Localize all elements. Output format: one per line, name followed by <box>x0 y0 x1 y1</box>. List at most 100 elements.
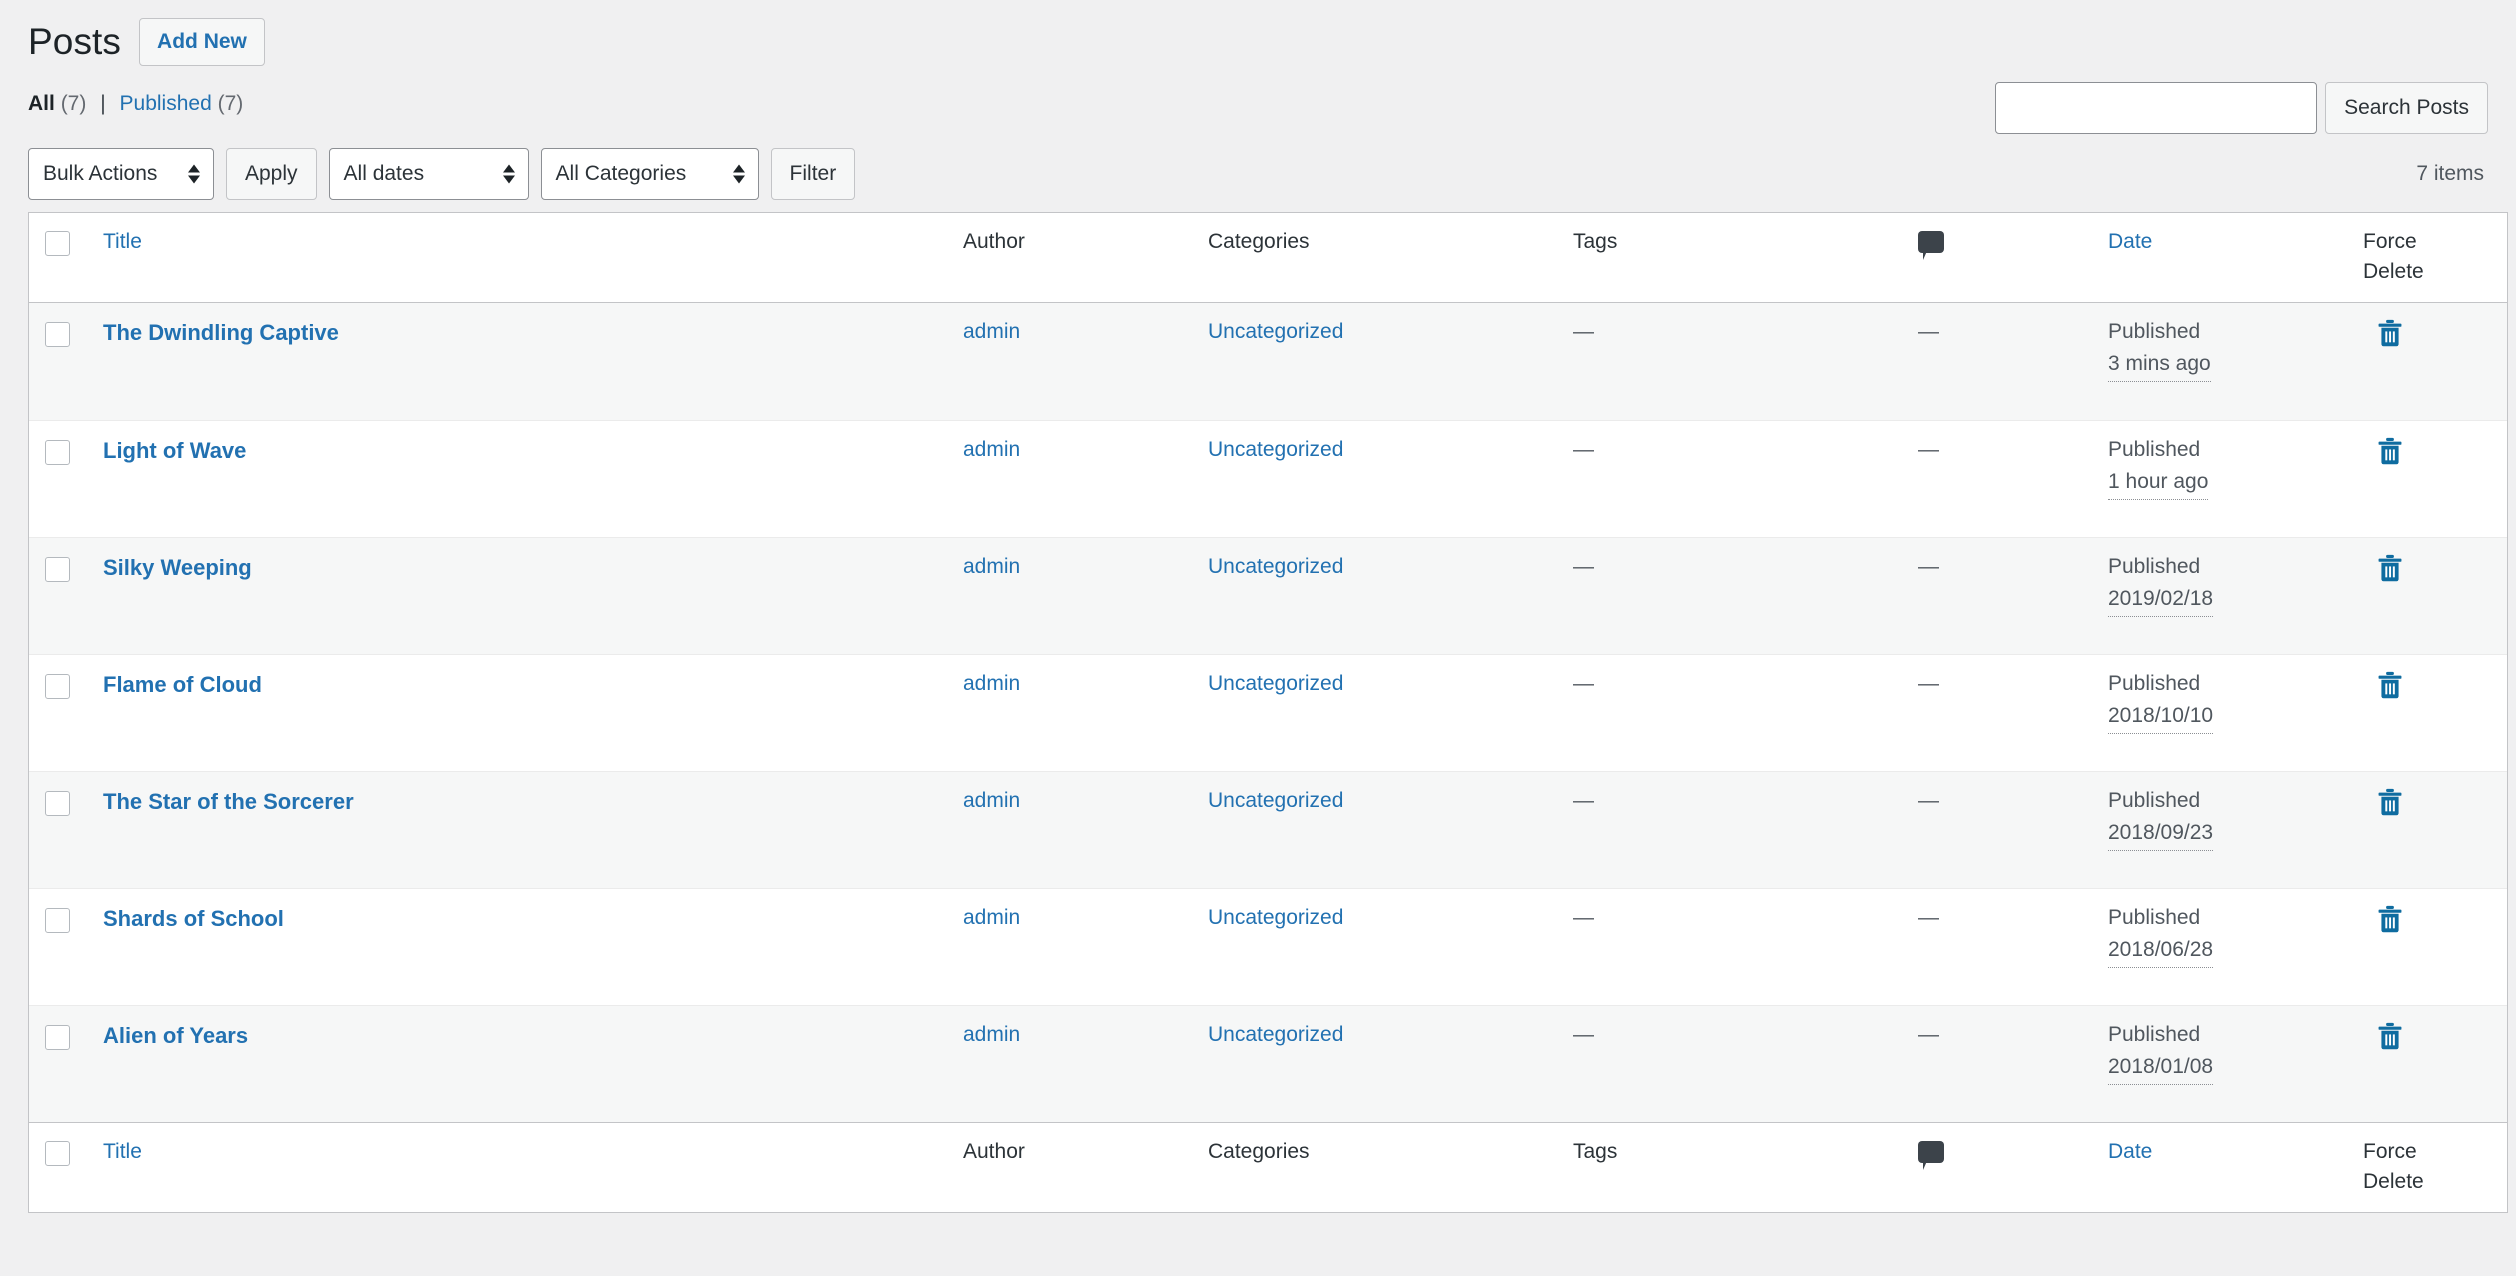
trash-icon[interactable] <box>2377 905 2403 934</box>
select-all-checkbox[interactable] <box>45 230 70 256</box>
post-date: 2018/10/10 <box>2108 701 2214 734</box>
post-title-link[interactable]: The Star of the Sorcerer <box>103 789 354 814</box>
row-date-cell: Published 2018/09/23 <box>2092 770 2347 888</box>
trash-icon[interactable] <box>2377 319 2403 348</box>
post-author-link[interactable]: admin <box>963 320 1020 343</box>
row-force-delete-cell <box>2347 419 2507 537</box>
row-date-cell: Published 2018/10/10 <box>2092 653 2347 771</box>
row-checkbox[interactable] <box>45 322 70 348</box>
apply-button[interactable]: Apply <box>226 148 317 200</box>
row-checkbox[interactable] <box>45 557 70 583</box>
trash-icon[interactable] <box>2377 437 2403 466</box>
table-foot: Title Author Categories Tags Date Force … <box>29 1121 2507 1212</box>
row-checkbox[interactable] <box>45 791 70 817</box>
row-author-cell: admin <box>947 536 1192 654</box>
column-header-title[interactable]: Title <box>87 213 947 303</box>
trash-icon[interactable] <box>2377 554 2403 583</box>
row-author-cell: admin <box>947 770 1192 888</box>
post-title-link[interactable]: Shards of School <box>103 906 284 931</box>
row-date-cell: Published 2019/02/18 <box>2092 536 2347 654</box>
row-title-cell: Silky Weeping <box>87 536 947 654</box>
row-checkbox[interactable] <box>45 1025 70 1051</box>
sort-date-link-footer[interactable]: Date <box>2108 1140 2152 1163</box>
row-checkbox[interactable] <box>45 440 70 466</box>
post-status: Published <box>2108 319 2201 343</box>
post-category-link[interactable]: Uncategorized <box>1208 438 1343 461</box>
post-title-link[interactable]: Flame of Cloud <box>103 672 262 697</box>
search-posts-button[interactable]: Search Posts <box>2325 82 2488 134</box>
post-author-link[interactable]: admin <box>963 555 1020 578</box>
row-tags-cell: — <box>1573 319 1594 343</box>
post-author-link[interactable]: admin <box>963 789 1020 812</box>
table-row: Flame of Cloud admin Uncategorized — — Publis… <box>29 653 2507 771</box>
post-title-link[interactable]: Alien of Years <box>103 1023 248 1048</box>
post-status: Published <box>2108 437 2201 461</box>
bulk-actions-select[interactable]: Bulk Actions <box>28 148 214 200</box>
row-date-cell: Published 1 hour ago <box>2092 419 2347 537</box>
row-comments-cell: — <box>1902 1004 2092 1122</box>
post-category-link[interactable]: Uncategorized <box>1208 1023 1343 1046</box>
trash-icon[interactable] <box>2377 671 2403 700</box>
post-title-link[interactable]: The Dwindling Captive <box>103 320 339 345</box>
row-author-cell: admin <box>947 653 1192 771</box>
column-header-date[interactable]: Date <box>2092 213 2347 303</box>
bulk-actions-value: Bulk Actions <box>43 162 158 185</box>
add-new-button[interactable]: Add New <box>139 18 265 66</box>
view-all-link[interactable]: All <box>28 92 55 115</box>
sort-title-link-footer[interactable]: Title <box>103 1140 142 1163</box>
row-checkbox[interactable] <box>45 908 70 934</box>
sort-date-link[interactable]: Date <box>2108 230 2152 253</box>
page-header: Posts Add New <box>28 0 2488 78</box>
posts-page-wrap: Posts Add New All (7) | Published (7) Se… <box>0 0 2516 1213</box>
view-published-count: (7) <box>217 92 244 115</box>
post-category-link[interactable]: Uncategorized <box>1208 320 1343 343</box>
row-author-cell: admin <box>947 887 1192 1005</box>
category-filter-select[interactable]: All Categories <box>540 148 759 200</box>
row-comments-cell: — <box>1902 653 2092 771</box>
column-footer-date[interactable]: Date <box>2092 1121 2347 1212</box>
post-category-link[interactable]: Uncategorized <box>1208 906 1343 929</box>
views-and-search-bar: All (7) | Published (7) Search Posts <box>28 78 2488 140</box>
post-category-link[interactable]: Uncategorized <box>1208 789 1343 812</box>
row-date-cell: Published 3 mins ago <box>2092 303 2347 420</box>
post-category-link[interactable]: Uncategorized <box>1208 672 1343 695</box>
row-force-delete-cell <box>2347 887 2507 1005</box>
post-author-link[interactable]: admin <box>963 672 1020 695</box>
row-force-delete-cell <box>2347 770 2507 888</box>
row-title-cell: Alien of Years <box>87 1004 947 1122</box>
column-footer-author: Author <box>947 1121 1192 1212</box>
post-title-link[interactable]: Silky Weeping <box>103 555 252 580</box>
search-box: Search Posts <box>1995 78 2488 134</box>
filter-button[interactable]: Filter <box>770 148 856 200</box>
row-checkbox[interactable] <box>45 674 70 700</box>
trash-icon[interactable] <box>2377 788 2403 817</box>
date-filter-select[interactable]: All dates <box>328 148 529 200</box>
row-force-delete-cell <box>2347 1004 2507 1122</box>
select-all-header <box>29 213 87 303</box>
table-row: The Dwindling Captive admin Uncategorized —… <box>29 302 2507 420</box>
select-all-checkbox-footer[interactable] <box>45 1140 70 1166</box>
post-date: 2018/01/08 <box>2108 1052 2214 1085</box>
search-input[interactable] <box>1995 82 2318 134</box>
post-title-link[interactable]: Light of Wave <box>103 438 246 463</box>
post-author-link[interactable]: admin <box>963 438 1020 461</box>
row-comments-cell: — <box>1902 419 2092 537</box>
post-author-link[interactable]: admin <box>963 1023 1020 1046</box>
row-tags-cell: — <box>1557 419 1902 537</box>
force-delete-label-line1: Force <box>2363 1139 2417 1163</box>
sort-title-link[interactable]: Title <box>103 230 142 253</box>
view-published-link[interactable]: Published <box>120 92 212 115</box>
row-comments-cell: — <box>1902 536 2092 654</box>
row-comments-cell: — <box>1918 319 1939 343</box>
row-categories-cell: Uncategorized <box>1192 303 1557 420</box>
column-footer-force-delete: Force Delete <box>2347 1121 2507 1212</box>
column-footer-title[interactable]: Title <box>87 1121 947 1212</box>
post-category-link[interactable]: Uncategorized <box>1208 555 1343 578</box>
row-tags-cell: — <box>1557 770 1902 888</box>
post-status: Published <box>2108 1022 2201 1046</box>
row-categories-cell: Uncategorized <box>1192 419 1557 537</box>
row-title-cell: Shards of School <box>87 887 947 1005</box>
row-select-cell <box>29 419 87 537</box>
post-author-link[interactable]: admin <box>963 906 1020 929</box>
trash-icon[interactable] <box>2377 1022 2403 1051</box>
